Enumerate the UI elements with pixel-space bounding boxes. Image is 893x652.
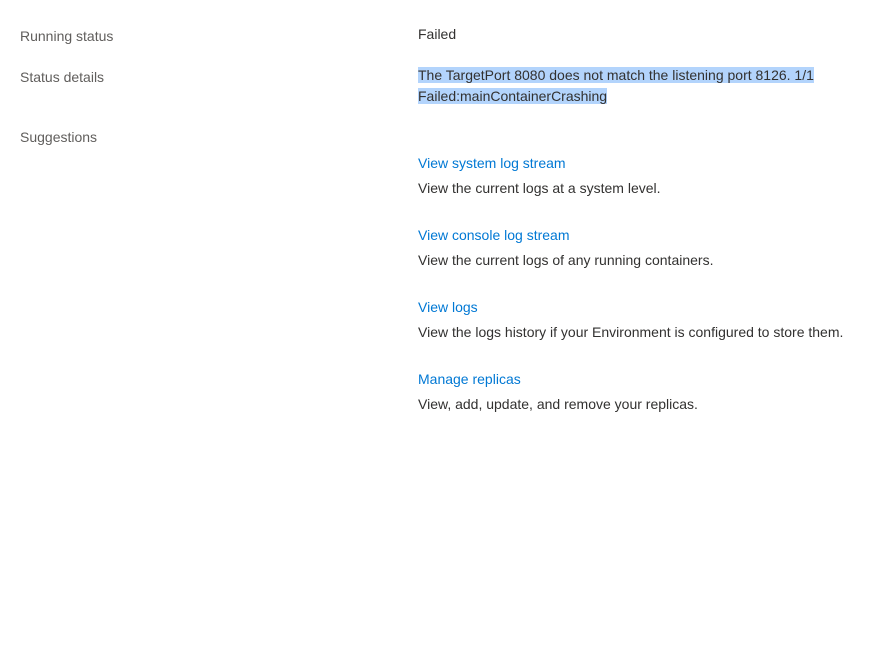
suggestions-value: View system log stream View the current … bbox=[418, 125, 873, 441]
suggestion-description: View, add, update, and remove your repli… bbox=[418, 394, 863, 415]
suggestion-item: View console log stream View the current… bbox=[418, 225, 863, 271]
running-status-row: Running status Failed bbox=[20, 24, 873, 47]
view-console-log-stream-link[interactable]: View console log stream bbox=[418, 225, 569, 246]
suggestions-row: Suggestions View system log stream View … bbox=[20, 125, 873, 441]
suggestion-description: View the current logs at a system level. bbox=[418, 178, 863, 199]
suggestions-label: Suggestions bbox=[20, 125, 418, 441]
suggestion-item: View system log stream View the current … bbox=[418, 153, 863, 199]
status-details-value: The TargetPort 8080 does not match the l… bbox=[418, 65, 873, 107]
manage-replicas-link[interactable]: Manage replicas bbox=[418, 369, 521, 390]
running-status-label: Running status bbox=[20, 24, 418, 47]
suggestion-description: View the current logs of any running con… bbox=[418, 250, 863, 271]
view-logs-link[interactable]: View logs bbox=[418, 297, 478, 318]
suggestion-item: View logs View the logs history if your … bbox=[418, 297, 863, 343]
status-details-label: Status details bbox=[20, 65, 418, 107]
view-system-log-stream-link[interactable]: View system log stream bbox=[418, 153, 566, 174]
suggestion-description: View the logs history if your Environmen… bbox=[418, 322, 863, 343]
suggestion-item: Manage replicas View, add, update, and r… bbox=[418, 369, 863, 415]
status-details-highlighted-text: The TargetPort 8080 does not match the l… bbox=[418, 67, 814, 104]
status-details-row: Status details The TargetPort 8080 does … bbox=[20, 65, 873, 107]
running-status-value: Failed bbox=[418, 24, 873, 47]
